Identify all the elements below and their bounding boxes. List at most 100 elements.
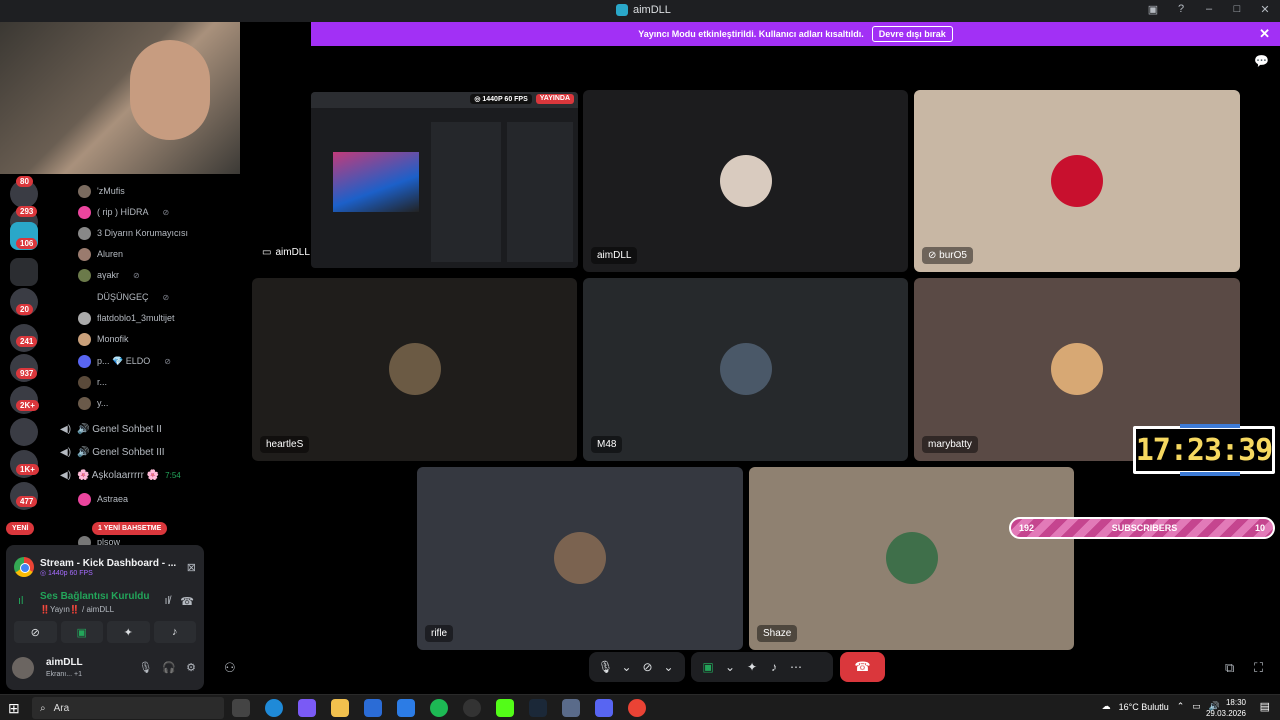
server-icon[interactable] <box>10 418 38 446</box>
member-name: 3 Diyarın Korumayıcısı <box>97 228 189 238</box>
subscribers-goal-bar: 192 SUBSCRIBERS 10 <box>1009 517 1275 539</box>
chevron-down-icon[interactable]: ⌄ <box>721 660 739 674</box>
fullscreen-icon[interactable]: ⛶ <box>1254 660 1263 676</box>
stream-preview-row[interactable]: Stream - Kick Dashboard - ... ◎ 1440p 60… <box>14 553 196 581</box>
taskbar-search[interactable]: ⌕ Ara <box>32 697 224 719</box>
video-tile-shaze[interactable]: Shaze <box>749 467 1074 650</box>
new-mention-pill[interactable]: 1 YENİ BAHSETME <box>92 522 168 535</box>
avatar <box>78 492 91 506</box>
screen-share-owner: aimDLL <box>275 247 310 258</box>
headphones-icon[interactable]: 🎧 <box>162 661 176 674</box>
folder-icon[interactable] <box>10 258 38 286</box>
noise-suppression-icon[interactable]: ıl̸ <box>165 595 171 607</box>
maximize-button[interactable]: □ <box>1230 3 1244 16</box>
voice-member[interactable]: flatdoblo1_3multijet <box>78 310 175 326</box>
voice-member[interactable]: Astraea <box>78 491 128 507</box>
avatar <box>78 247 91 261</box>
notification-icon[interactable]: ▤ <box>1260 700 1270 713</box>
leave-call-button[interactable]: ☎ <box>840 652 885 682</box>
username[interactable]: aimDLL <box>46 657 83 668</box>
title-bar: aimDLL ▣ ? – □ ✕ <box>0 0 1280 22</box>
outlook-icon[interactable] <box>397 699 415 717</box>
activities-button[interactable]: ✦ <box>107 621 150 643</box>
taskbar-clock[interactable]: 18:30 29.03.2026 <box>1206 697 1246 719</box>
member-name: 'zMufis <box>97 186 125 196</box>
popout-icon[interactable]: ⧉ <box>1225 660 1234 676</box>
disable-streamer-mode-button[interactable]: Devre dışı bırak <box>871 26 953 42</box>
video-tile-m48[interactable]: M48 <box>583 278 908 461</box>
chevron-up-icon[interactable]: ⌃ <box>1177 701 1185 712</box>
webcam-overlay <box>0 22 240 174</box>
new-unread-pill[interactable]: YENİ <box>6 522 35 535</box>
steam-icon[interactable] <box>529 699 547 717</box>
screen-share-icon[interactable]: ▣ <box>699 660 717 674</box>
spotify-icon[interactable] <box>430 699 448 717</box>
soundboard-button[interactable]: ♪ <box>153 621 196 643</box>
window-controls: ▣ ? – □ ✕ <box>1146 3 1272 16</box>
store-icon[interactable] <box>364 699 382 717</box>
activities-icon[interactable]: ✦ <box>743 660 761 674</box>
task-view-icon[interactable] <box>232 699 250 717</box>
help-icon[interactable]: ? <box>1174 3 1188 16</box>
avatar[interactable] <box>12 657 34 679</box>
voice-channel[interactable]: ◀) 🔊 Genel Sohbet II <box>60 424 162 435</box>
screen-share-tile[interactable]: ◎ 1440P 60 FPS YAYINDA <box>311 92 578 268</box>
screen-share-button[interactable]: ▣ <box>60 621 103 643</box>
microphone-icon[interactable]: 🎙 <box>597 660 614 674</box>
file-explorer-icon[interactable] <box>331 699 349 717</box>
voice-member[interactable]: r... <box>78 374 107 390</box>
weather-text[interactable]: 16°C Bulutlu <box>1119 702 1169 712</box>
inbox-icon[interactable]: ▣ <box>1146 3 1160 16</box>
camera-off-icon[interactable]: ⊘ <box>639 660 656 674</box>
microphone-icon[interactable]: 🎙 <box>138 661 152 674</box>
voice-channel-name: 🌸 Aşkolaarrrrr 🌸 <box>77 470 160 481</box>
voice-channel[interactable]: ◀) 🌸 Aşkolaarrrrr 🌸 7:54 <box>60 470 181 481</box>
camera-off-button[interactable]: ⊘ <box>14 621 57 643</box>
video-tile-rifle[interactable]: rifle <box>417 467 743 650</box>
voice-member[interactable]: y... <box>78 395 108 411</box>
kick-icon[interactable] <box>496 699 514 717</box>
chrome-icon[interactable] <box>628 699 646 717</box>
avatar <box>78 375 91 389</box>
voice-member[interactable]: 3 Diyarın Korumayıcısı <box>78 225 188 241</box>
soundboard-icon[interactable]: ♪ <box>765 660 783 674</box>
settings-icon[interactable]: ⚙ <box>186 661 196 674</box>
server-badge: 293 <box>16 206 38 217</box>
member-name: aγakr <box>97 270 120 280</box>
discord-icon[interactable] <box>595 699 613 717</box>
notice-close-icon[interactable]: ✕ <box>1259 26 1270 42</box>
edge-icon[interactable] <box>265 699 283 717</box>
video-tile-aimdll[interactable]: aimDLL <box>583 90 908 272</box>
app-icon[interactable] <box>562 699 580 717</box>
signal-icon: ıl <box>18 595 24 607</box>
voice-member[interactable]: ( rip ) HİDRA ⊘ <box>78 204 169 220</box>
close-window-button[interactable]: ✕ <box>1258 3 1272 16</box>
chevron-down-icon[interactable]: ⌄ <box>618 660 635 674</box>
copilot-icon[interactable] <box>298 699 316 717</box>
windows-start-icon[interactable]: ⊞ <box>8 700 20 717</box>
taskbar-date: 29.03.2026 <box>1205 709 1246 718</box>
video-tile-heartles[interactable]: heartleS <box>252 278 577 461</box>
app-root: aimDLL ▣ ? – □ ✕ Yayıncı Modu etkinleşti… <box>0 0 1280 720</box>
voice-member[interactable]: 'zMufis <box>78 183 125 199</box>
voice-connection-status[interactable]: Ses Bağlantısı Kuruldu <box>40 591 149 602</box>
more-icon[interactable]: ⋯ <box>787 660 805 674</box>
app-icon[interactable] <box>463 699 481 717</box>
invite-icon[interactable]: ⚇ <box>224 660 236 676</box>
voice-member[interactable]: Aluren <box>78 246 123 262</box>
voice-member[interactable]: p... 💎 ELDO ⊘ <box>78 353 171 369</box>
stop-stream-icon[interactable]: ⊠ <box>187 561 196 574</box>
user-status: Ekranı... +1 <box>46 671 82 678</box>
avatar <box>720 155 772 207</box>
voice-member[interactable]: DÜŞÜNGEÇ ⊘ <box>78 289 169 305</box>
voice-member[interactable]: Monofik <box>78 331 129 347</box>
voice-member[interactable]: aγakr ⊘ <box>78 267 140 283</box>
minimize-button[interactable]: – <box>1202 3 1216 16</box>
network-icon[interactable]: ▭ <box>1192 701 1201 712</box>
video-tile-buro5[interactable]: ⊘ burO5 <box>914 90 1240 272</box>
chevron-down-icon[interactable]: ⌄ <box>660 660 677 674</box>
voice-channel[interactable]: ◀) 🔊 Genel Sohbet III <box>60 447 165 458</box>
chat-icon[interactable]: 💬 <box>1254 54 1269 68</box>
voice-connection-channel[interactable]: ‼️Yayın‼️ / aimDLL <box>40 605 114 614</box>
disconnect-icon[interactable]: ☎ <box>180 595 194 608</box>
